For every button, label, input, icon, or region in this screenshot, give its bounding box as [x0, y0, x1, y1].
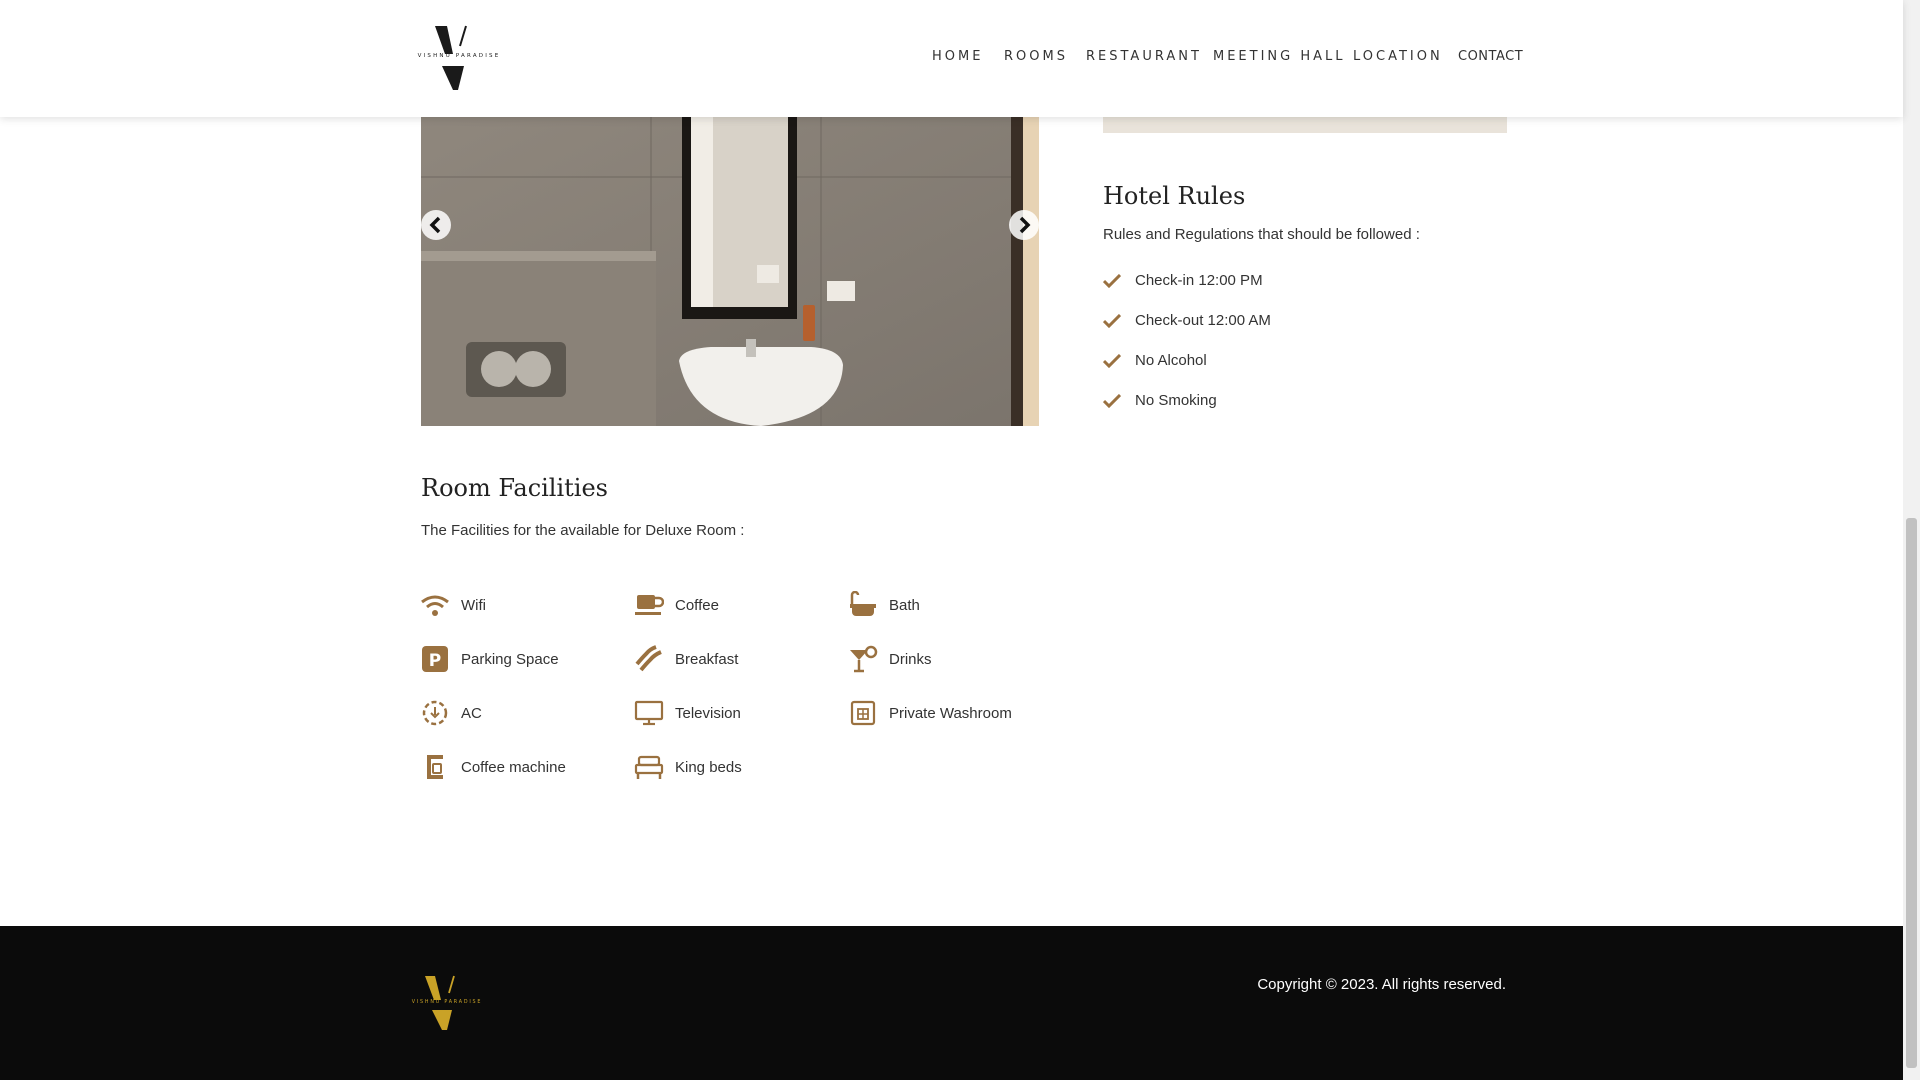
bath-icon	[847, 589, 879, 621]
copyright-text: Copyright © 2023. All rights reserved.	[1257, 976, 1506, 993]
cocktail-icon	[847, 643, 879, 675]
facility-label: AC	[461, 704, 482, 722]
site-header: VISHNU PARADISE HOME ROOMS RESTAURANT ME…	[0, 0, 1903, 117]
facility-item: P Parking Space	[419, 643, 559, 675]
check-icon	[1103, 273, 1121, 288]
check-icon	[1103, 393, 1121, 408]
nav-rooms[interactable]: ROOMS	[1004, 49, 1068, 64]
ac-icon	[419, 697, 451, 729]
coffee-machine-icon	[419, 751, 451, 783]
bed-icon	[633, 751, 665, 783]
bathroom-photo	[421, 117, 1039, 426]
hotel-rules-subtitle: Rules and Regulations that should be fol…	[1103, 226, 1420, 243]
facility-item: AC	[419, 697, 482, 729]
coffee-cup-icon	[633, 589, 665, 621]
nav-restaurant[interactable]: RESTAURANT	[1086, 49, 1202, 64]
facility-item: King beds	[633, 751, 742, 783]
nav-contact[interactable]: CONTACT	[1458, 49, 1523, 64]
rule-item: No Smoking	[1103, 392, 1217, 409]
site-footer: VISHNU PARADISE Copyright © 2023. All ri…	[0, 926, 1903, 1080]
facility-label: Television	[675, 704, 741, 722]
tv-icon	[633, 697, 665, 729]
chevron-left-icon	[429, 216, 441, 234]
room-facilities-title: Room Facilities	[421, 474, 608, 502]
facility-label: Coffee machine	[461, 758, 566, 776]
scrollbar-thumb[interactable]	[1906, 518, 1917, 1068]
rule-item: Check-in 12:00 PM	[1103, 272, 1263, 289]
rule-item: No Alcohol	[1103, 352, 1207, 369]
facility-item: Wifi	[419, 589, 486, 621]
facility-item: Drinks	[847, 643, 932, 675]
chevron-right-icon	[1019, 216, 1031, 234]
facility-label: Private Washroom	[889, 704, 1012, 722]
facility-label: Coffee	[675, 596, 719, 614]
facility-item: Coffee machine	[419, 751, 566, 783]
facility-item: Bath	[847, 589, 920, 621]
facility-label: Breakfast	[675, 650, 739, 668]
slider-next-button[interactable]	[1009, 210, 1039, 240]
rule-item: Check-out 12:00 AM	[1103, 312, 1271, 329]
footer-brand-logo[interactable]: VISHNU PARADISE	[397, 974, 497, 1032]
facility-label: Wifi	[461, 596, 486, 614]
facility-label: Drinks	[889, 650, 932, 668]
brand-logo[interactable]: VISHNU PARADISE	[400, 24, 518, 92]
bacon-icon	[633, 643, 665, 675]
facility-label: King beds	[675, 758, 742, 776]
facility-item: Private Washroom	[847, 697, 1012, 729]
svg-text:P: P	[429, 651, 441, 671]
rule-text: No Smoking	[1135, 392, 1217, 409]
hotel-rules-title: Hotel Rules	[1103, 182, 1246, 210]
facility-label: Parking Space	[461, 650, 559, 668]
rule-text: No Alcohol	[1135, 352, 1207, 369]
facility-item: Breakfast	[633, 643, 738, 675]
nav-meeting-hall[interactable]: MEETING HALL	[1213, 49, 1346, 64]
svg-text:VISHNU PARADISE: VISHNU PARADISE	[418, 53, 501, 59]
nav-home[interactable]: HOME	[932, 49, 983, 64]
svg-text:VISHNU PARADISE: VISHNU PARADISE	[412, 999, 482, 1005]
rule-text: Check-out 12:00 AM	[1135, 312, 1271, 329]
booking-box-bottom	[1103, 117, 1507, 133]
check-icon	[1103, 313, 1121, 328]
nav-location[interactable]: LOCATION	[1353, 49, 1443, 64]
facility-label: Bath	[889, 596, 920, 614]
washroom-icon	[847, 697, 879, 729]
room-facilities-subtitle: The Facilities for the available for Del…	[421, 522, 745, 539]
parking-icon: P	[419, 643, 451, 675]
rule-text: Check-in 12:00 PM	[1135, 272, 1263, 289]
room-image-slider[interactable]	[421, 117, 1039, 426]
wifi-icon	[419, 589, 451, 621]
facility-item: Coffee	[633, 589, 719, 621]
facility-item: Television	[633, 697, 741, 729]
slider-prev-button[interactable]	[421, 210, 451, 240]
check-icon	[1103, 353, 1121, 368]
